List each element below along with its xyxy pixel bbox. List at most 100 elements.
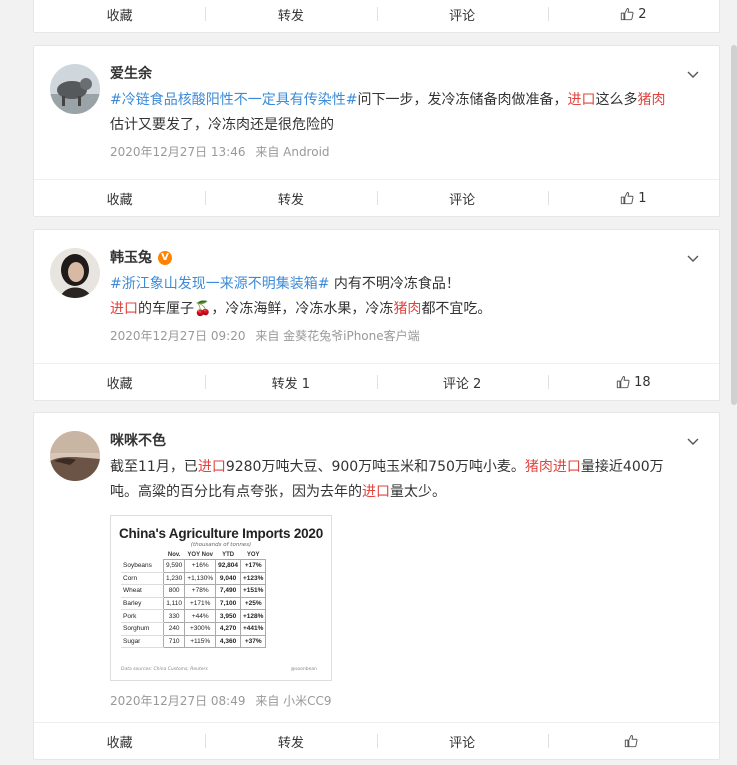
table-cell: +300% (184, 621, 217, 636)
text-segment: 都不宜吃。 (421, 301, 492, 317)
post-source: 来自 金葵花兔爷iPhone客户端 (255, 329, 420, 343)
table-cell: Sorghum (121, 622, 164, 636)
table-cell: Sugar (121, 635, 164, 649)
repost-button[interactable]: 转发 (205, 0, 376, 32)
table-cell: 710 (162, 634, 186, 649)
like-button[interactable]: 2 (547, 0, 719, 32)
table-row: Barley 1,110 +171% 7,100 +25% (121, 596, 267, 611)
username[interactable]: 韩玉兔 V (110, 248, 701, 268)
text-segment: 的车厘子🍒，冷冻海鲜，冷冻水果，冷冻 (138, 301, 394, 317)
table-row: Wheat 800 +78% 7,490 +151% (121, 584, 267, 598)
thumbs-up-icon (621, 192, 634, 205)
avatar-image (50, 431, 100, 481)
avatar[interactable] (50, 64, 100, 114)
avatar[interactable] (50, 248, 100, 298)
keyword-highlight: 猪肉 (637, 92, 666, 108)
text-segment: 量太少。 (390, 484, 446, 500)
chevron-down-icon[interactable] (685, 433, 701, 449)
table-cell: +115% (184, 634, 217, 649)
table-cell: 7,100 (215, 596, 242, 611)
keyword-highlight: 进口 (197, 459, 226, 475)
table-row: Soybeans 9,590 +16% 92,804 +17% (121, 559, 267, 573)
post-source: 来自 小米CC9 (255, 694, 332, 708)
table-cell: 1,230 (162, 571, 186, 586)
like-button[interactable]: 18 (547, 364, 719, 400)
table-cell: +25% (240, 596, 267, 611)
table-cell: Pork (121, 609, 164, 623)
table-header: YOY (246, 552, 260, 558)
table-cell: +17% (240, 559, 267, 573)
username[interactable]: 咪咪不色 (110, 431, 701, 451)
favorite-button[interactable]: 收藏 (34, 0, 205, 32)
chevron-down-icon[interactable] (685, 66, 701, 82)
post-meta: 2020年12月27日 13:46 来自 Android (110, 144, 701, 160)
table-cell: 4,360 (215, 634, 242, 649)
table-cell: 4,270 (215, 621, 242, 636)
table-cell: +151% (240, 584, 267, 598)
avatar-image (50, 248, 100, 298)
repost-button[interactable]: 转发 1 (205, 364, 376, 400)
keyword-highlight: 进口 (567, 92, 596, 108)
table-cell: +16% (184, 559, 217, 573)
verified-badge-icon: V (158, 251, 172, 265)
table-cell: 800 (162, 584, 186, 598)
post-time[interactable]: 2020年12月27日 13:46 (110, 145, 245, 159)
table-cell: Barley (121, 597, 164, 611)
image-footnote: Data sources: China Customs, Reuters (121, 667, 208, 672)
image-credit: @soonbean (290, 667, 317, 672)
post-time[interactable]: 2020年12月27日 09:20 (110, 329, 245, 343)
hashtag-link[interactable]: #浙江象山发现一来源不明集装箱# (110, 276, 329, 292)
favorite-button[interactable]: 收藏 (34, 723, 205, 759)
table-cell: 1,110 (162, 596, 186, 611)
table-cell: +128% (240, 609, 267, 623)
table-header (121, 551, 164, 560)
table-cell: 330 (162, 609, 186, 623)
avatar-image (50, 64, 100, 114)
favorite-button[interactable]: 收藏 (34, 180, 205, 216)
table-cell: Wheat (121, 584, 164, 598)
favorite-button[interactable]: 收藏 (34, 364, 205, 400)
post-text: #冷链食品核酸阳性不一定具有传染性#问下一步，发冷冻储备肉做准备，进口这么多猪肉… (110, 88, 701, 138)
table-cell: 7,490 (215, 584, 242, 598)
comment-button[interactable]: 评论 (376, 723, 548, 759)
thumbs-up-icon (621, 8, 634, 21)
post-card: 咪咪不色 截至11月，已进口9280万吨大豆、900万吨玉米和750万吨小麦。猪… (33, 412, 720, 760)
table-cell: +37% (240, 634, 267, 649)
table-header: YTD (222, 552, 235, 558)
table-cell: 9,040 (215, 571, 242, 586)
repost-button[interactable]: 转发 (205, 723, 376, 759)
table-cell: Soybeans (121, 559, 164, 573)
keyword-highlight: 进口 (110, 301, 138, 317)
table-cell: 240 (162, 621, 186, 636)
scrollbar-thumb[interactable] (731, 45, 737, 405)
like-button[interactable] (547, 723, 719, 759)
avatar[interactable] (50, 431, 100, 481)
imports-table: Nov. YOY Nov YTD YOY Soybeans 9,590 +16% 92,80… (121, 551, 267, 649)
post-image[interactable]: China's Agriculture Imports 2020 (thousa… (110, 515, 332, 681)
image-subtitle: (thousands of tonnes) (190, 542, 252, 548)
table-row: Sugar 710 +115% 4,360 +37% (121, 634, 267, 649)
like-button[interactable]: 1 (547, 180, 719, 216)
comment-button[interactable]: 评论 (376, 0, 548, 32)
chevron-down-icon[interactable] (685, 250, 701, 266)
comment-button[interactable]: 评论 2 (376, 364, 548, 400)
thumbs-up-icon (625, 735, 638, 748)
comment-button[interactable]: 评论 (376, 180, 548, 216)
hashtag-link[interactable]: #冷链食品核酸阳性不一定具有传染性# (110, 92, 357, 108)
table-cell: 92,804 (215, 559, 242, 573)
scrollbar-track[interactable] (731, 0, 737, 765)
repost-button[interactable]: 转发 (205, 180, 376, 216)
text-segment: 截至11月，已 (110, 459, 198, 475)
table-cell: +171% (184, 596, 217, 611)
post-actions: 收藏 转发 评论 (34, 722, 719, 759)
post-text: #浙江象山发现一来源不明集装箱# 内有不明冷冻食品！ 进口的车厘子🍒，冷冻海鲜，冷… (110, 272, 701, 322)
post-time[interactable]: 2020年12月27日 08:49 (110, 694, 245, 708)
post-meta: 2020年12月27日 09:20 来自 金葵花兔爷iPhone客户端 (110, 328, 701, 344)
post-card: 爱生余 #冷链食品核酸阳性不一定具有传染性#问下一步，发冷冻储备肉做准备，进口这… (33, 45, 720, 217)
weibo-feed: 收藏 转发 评论 2 爱生余 #冷链食品核酸阳性不一定具有传染性#问下一步，发冷… (0, 0, 737, 765)
table-cell: +123% (240, 571, 267, 586)
keyword-highlight: 猪肉 (524, 459, 553, 475)
username[interactable]: 爱生余 (110, 64, 701, 84)
text-segment: 9280万吨大豆、900万吨玉米和750万吨小麦。 (225, 459, 525, 475)
table-cell: +1,130% (184, 571, 217, 586)
